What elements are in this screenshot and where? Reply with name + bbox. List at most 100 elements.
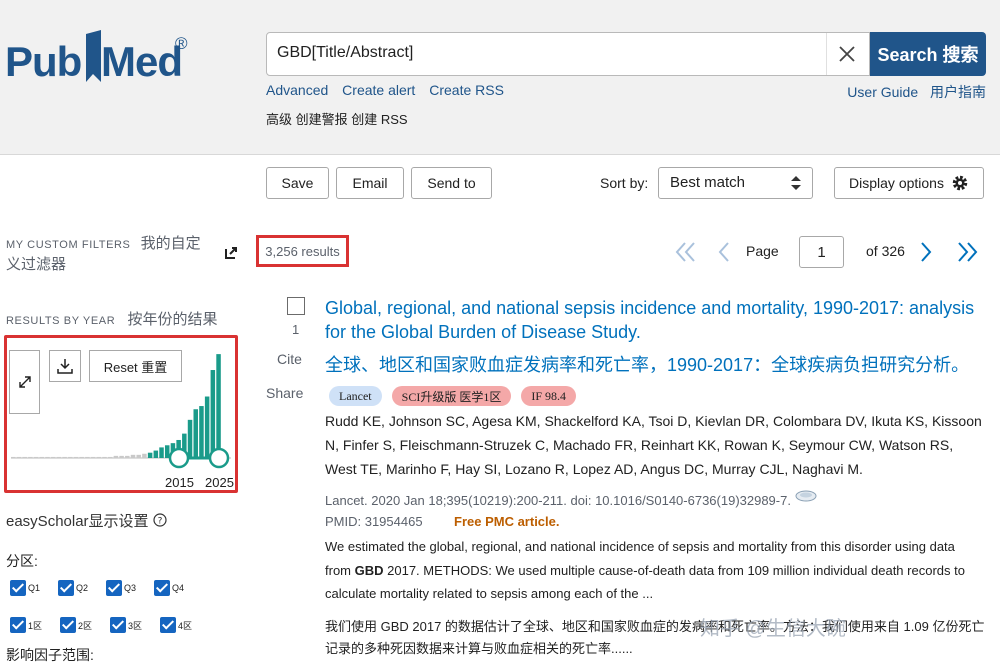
year-bar[interactable] [39, 456, 45, 458]
search-button[interactable]: Search 搜索 [870, 32, 986, 76]
prev-page-icon[interactable] [717, 241, 731, 263]
page-number-input[interactable]: 1 [799, 236, 844, 268]
checkbox-zone-2[interactable]: 2区 [60, 617, 92, 633]
reset-chart-button[interactable]: Reset 重置 [89, 350, 182, 382]
year-bar[interactable] [28, 456, 33, 458]
checkbox-q4[interactable]: Q4 [154, 580, 184, 596]
year-bar[interactable] [187, 419, 193, 458]
easyscholar-settings[interactable]: easyScholar显示设置 ? [6, 510, 167, 531]
year-bar[interactable] [68, 456, 73, 458]
year-bar[interactable] [119, 455, 124, 458]
year-bar[interactable] [136, 454, 141, 458]
year-bar[interactable] [16, 456, 22, 458]
share-button[interactable]: Share [266, 385, 303, 401]
year-bar[interactable] [73, 456, 79, 458]
custom-filters-heading: MY CUSTOM FILTERS 我的自定义过滤器 [6, 235, 201, 273]
range-handle-end[interactable] [208, 447, 230, 469]
article-select-checkbox[interactable] [287, 297, 305, 315]
year-bar[interactable] [45, 456, 50, 458]
display-options-button[interactable]: Display options [834, 167, 984, 199]
header-links: Advanced Create alert Create RSS [266, 82, 514, 98]
year-bar[interactable] [142, 453, 147, 458]
checkbox-zone-4[interactable]: 4区 [160, 617, 192, 633]
header-links-right: User Guide 用户指南 [839, 82, 986, 102]
header-links-translation: 高级 创建警报 创建 RSS [266, 112, 408, 127]
article-snippet: We estimated the global, regional, and n… [325, 539, 965, 601]
year-bar[interactable] [102, 456, 107, 458]
year-bar[interactable] [79, 456, 84, 458]
pubmed-logo[interactable]: Pub Med ® [5, 28, 190, 90]
year-bar[interactable] [22, 456, 27, 458]
checkbox-zone-3[interactable]: 3区 [110, 617, 142, 633]
year-bar[interactable] [50, 456, 56, 458]
user-guide-link[interactable]: User Guide [847, 84, 918, 100]
last-page-icon[interactable] [956, 241, 980, 263]
year-bar[interactable] [130, 454, 136, 458]
year-bar[interactable] [11, 456, 16, 458]
external-link-icon[interactable] [224, 246, 238, 260]
year-bar[interactable] [56, 456, 62, 458]
save-button[interactable]: Save [266, 167, 329, 199]
logo-text-pub: Pub [5, 38, 82, 85]
year-bar[interactable] [33, 456, 39, 458]
sort-select[interactable]: Best match [658, 167, 813, 199]
year-bar[interactable] [164, 445, 170, 458]
create-alert-link[interactable]: Create alert [342, 82, 415, 98]
expand-icon [18, 376, 31, 388]
year-bar[interactable] [113, 455, 119, 458]
download-icon [57, 359, 73, 374]
download-chart-button[interactable] [49, 350, 81, 382]
send-to-button[interactable]: Send to [411, 167, 492, 199]
search-input[interactable]: GBD[Title/Abstract] [266, 32, 870, 76]
year-bar[interactable] [204, 396, 210, 458]
user-guide-cn-link[interactable]: 用户指南 [930, 84, 986, 100]
year-bar[interactable] [147, 452, 153, 458]
year-bar[interactable] [107, 456, 113, 458]
year-bar[interactable] [62, 456, 67, 458]
checkbox-q3[interactable]: Q3 [106, 580, 136, 596]
email-button[interactable]: Email [336, 167, 404, 199]
advanced-link[interactable]: Advanced [266, 82, 328, 98]
year-bar[interactable] [199, 406, 204, 458]
year-start-label: 2015 [165, 475, 194, 490]
checkbox-q1[interactable]: Q1 [10, 580, 40, 596]
create-rss-link[interactable]: Create RSS [429, 82, 504, 98]
full-text-link-icon[interactable] [795, 489, 817, 503]
checkbox-q2[interactable]: Q2 [58, 580, 88, 596]
year-bar[interactable] [85, 456, 90, 458]
impact-factor-tag: IF 98.4 [521, 386, 577, 406]
checkbox-zone-1[interactable]: 1区 [10, 617, 42, 633]
results-count: 3,256 results [256, 235, 349, 267]
expand-chart-button[interactable] [9, 350, 40, 414]
year-bar[interactable] [159, 447, 164, 458]
year-bar[interactable] [193, 409, 198, 458]
logo-text-med: Med [101, 38, 183, 85]
article-title-link[interactable]: Global, regional, and national sepsis in… [325, 296, 985, 344]
display-options-label: Display options [849, 175, 944, 191]
page-total: of 326 [866, 243, 905, 259]
zone-tag: SCI升级版 医学1区 [391, 386, 512, 406]
year-end-label: 2025 [205, 475, 234, 490]
watermark: 知乎 @生信大碗 [700, 618, 846, 640]
article-pmid: PMID: 31954465 [325, 514, 423, 529]
sort-label: Sort by: [600, 175, 649, 191]
clear-search-button[interactable] [826, 33, 866, 75]
search-input-value: GBD[Title/Abstract] [277, 44, 414, 61]
article-snippet-translation: 我们使用 GBD 2017 的数据估计了全球、地区和国家败血症的发病率和死亡率。… [325, 619, 985, 656]
year-bar[interactable] [210, 370, 216, 458]
range-handle-start[interactable] [168, 447, 190, 469]
year-bar[interactable] [90, 456, 96, 458]
year-bar[interactable] [153, 450, 159, 458]
help-icon[interactable]: ? [153, 513, 167, 527]
first-page-icon[interactable] [674, 241, 698, 263]
article-authors: Rudd KE, Johnson SC, Agesa KM, Shackelfo… [325, 413, 982, 477]
year-bar[interactable] [216, 354, 221, 458]
cite-button[interactable]: Cite [277, 351, 302, 367]
year-bar[interactable] [125, 455, 130, 458]
results-by-year-heading: RESULTS BY YEAR 按年份的结果 [6, 311, 218, 328]
article-title-translation: 全球、地区和国家败血症发病率和死亡率，1990-2017：全球疾病负担研究分析。 [325, 355, 970, 375]
zone-label: 分区: [6, 553, 38, 569]
next-page-icon[interactable] [919, 241, 933, 263]
year-bar[interactable] [96, 456, 102, 458]
impact-factor-range-label: 影响因子范围: [6, 647, 94, 663]
